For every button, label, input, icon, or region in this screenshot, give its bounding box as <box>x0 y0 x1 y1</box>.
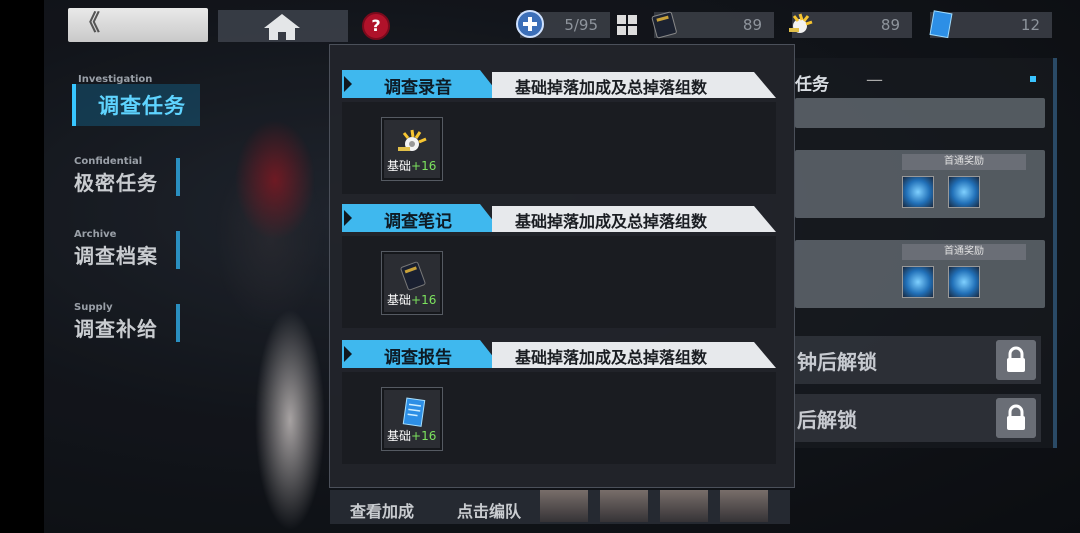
nav-item-archive[interactable]: Archive 调查档案 <box>74 229 158 269</box>
section-description: 基础掉落加成及总掉落组数 <box>515 212 708 231</box>
team-member-thumbnail[interactable] <box>540 490 588 522</box>
nav-indicator <box>176 304 180 342</box>
edit-team-button[interactable]: 点击编队 <box>457 498 521 522</box>
section-title-report: 调查报告 <box>384 348 452 368</box>
nav-item-supply[interactable]: Supply 调查补给 <box>74 302 158 342</box>
report-icon <box>929 10 953 39</box>
section-title-notebook: 调查笔记 <box>384 212 452 232</box>
mission-panel-dash: — <box>866 70 883 90</box>
locked-mission-text: 后解锁 <box>797 408 857 432</box>
lock-icon <box>996 398 1036 438</box>
recording-icon <box>398 129 427 151</box>
team-member-thumbnail[interactable] <box>660 490 708 522</box>
resource-notebook: 89 <box>651 11 774 39</box>
section-title-recording: 调查录音 <box>384 78 452 98</box>
reward-item-icon[interactable] <box>948 266 980 298</box>
team-member-thumbnail[interactable] <box>720 490 768 522</box>
section-header-report: 调查报告 基础掉落加成及总掉落组数 <box>342 340 776 368</box>
stamina-value: 5/95 <box>564 16 598 34</box>
reward-item-icon[interactable] <box>902 266 934 298</box>
help-icon[interactable]: ? <box>362 12 390 40</box>
reward-item-icon[interactable] <box>948 176 980 208</box>
reward-item-icon[interactable] <box>902 176 934 208</box>
nav-label-investigation: 调查任务 <box>98 94 186 118</box>
recording-value: 89 <box>880 16 900 34</box>
report-icon <box>402 397 426 427</box>
item-notebook[interactable]: 基础+16 <box>381 251 443 315</box>
item-bonus-label: 基础+16 <box>387 293 437 307</box>
nav-label-supply: 调查补给 <box>74 317 158 341</box>
nav-indicator <box>176 158 180 196</box>
grid-icon <box>617 15 637 35</box>
nav-item-confidential[interactable]: Confidential 极密任务 <box>74 156 158 196</box>
plus-circle-icon[interactable] <box>514 8 546 40</box>
section-header-notebook: 调查笔记 基础掉落加成及总掉落组数 <box>342 204 776 232</box>
locked-mission-text: 钟后解锁 <box>797 350 877 374</box>
resource-report: 12 <box>929 10 1052 39</box>
left-black-bar <box>0 0 44 533</box>
first-clear-reward-badge: 首通奖励 <box>902 154 1026 170</box>
first-clear-reward-badge: 首通奖励 <box>902 244 1026 260</box>
nav-item-investigation[interactable]: 调查任务 <box>72 84 200 126</box>
indicator-dot <box>1030 76 1036 82</box>
nav-indicator <box>176 231 180 269</box>
notebook-icon <box>400 261 426 291</box>
section-description: 基础掉落加成及总掉落组数 <box>515 78 708 97</box>
nav-sub-supply: Supply <box>74 302 113 313</box>
nav-label-confidential: 极密任务 <box>74 171 158 195</box>
view-bonus-button[interactable]: 查看加成 <box>350 498 414 522</box>
nav-sub-archive: Archive <box>74 229 117 240</box>
report-value: 12 <box>1020 16 1040 34</box>
character-illustration <box>180 40 340 533</box>
section-description: 基础掉落加成及总掉落组数 <box>515 348 708 367</box>
resource-recording: 89 <box>789 12 912 38</box>
item-report[interactable]: 基础+16 <box>381 387 443 451</box>
item-bonus-label: 基础+16 <box>387 429 437 443</box>
nav-label-archive: 调查档案 <box>74 244 158 268</box>
item-bonus-label: 基础+16 <box>387 159 437 173</box>
home-icon[interactable] <box>262 12 302 42</box>
back-button[interactable]: 《 <box>68 8 208 42</box>
lock-icon <box>996 340 1036 380</box>
mission-row[interactable] <box>795 98 1045 128</box>
notebook-icon <box>651 11 677 39</box>
team-member-thumbnail[interactable] <box>600 490 648 522</box>
resource-stamina: 5/95 <box>516 10 610 38</box>
section-header-recording: 调查录音 基础掉落加成及总掉落组数 <box>342 70 776 98</box>
mission-panel-title: 任务 <box>795 75 829 95</box>
nav-sub-confidential: Confidential <box>74 156 143 167</box>
item-recording[interactable]: 基础+16 <box>381 117 443 181</box>
notebook-value: 89 <box>742 16 762 34</box>
recording-icon <box>789 13 813 33</box>
